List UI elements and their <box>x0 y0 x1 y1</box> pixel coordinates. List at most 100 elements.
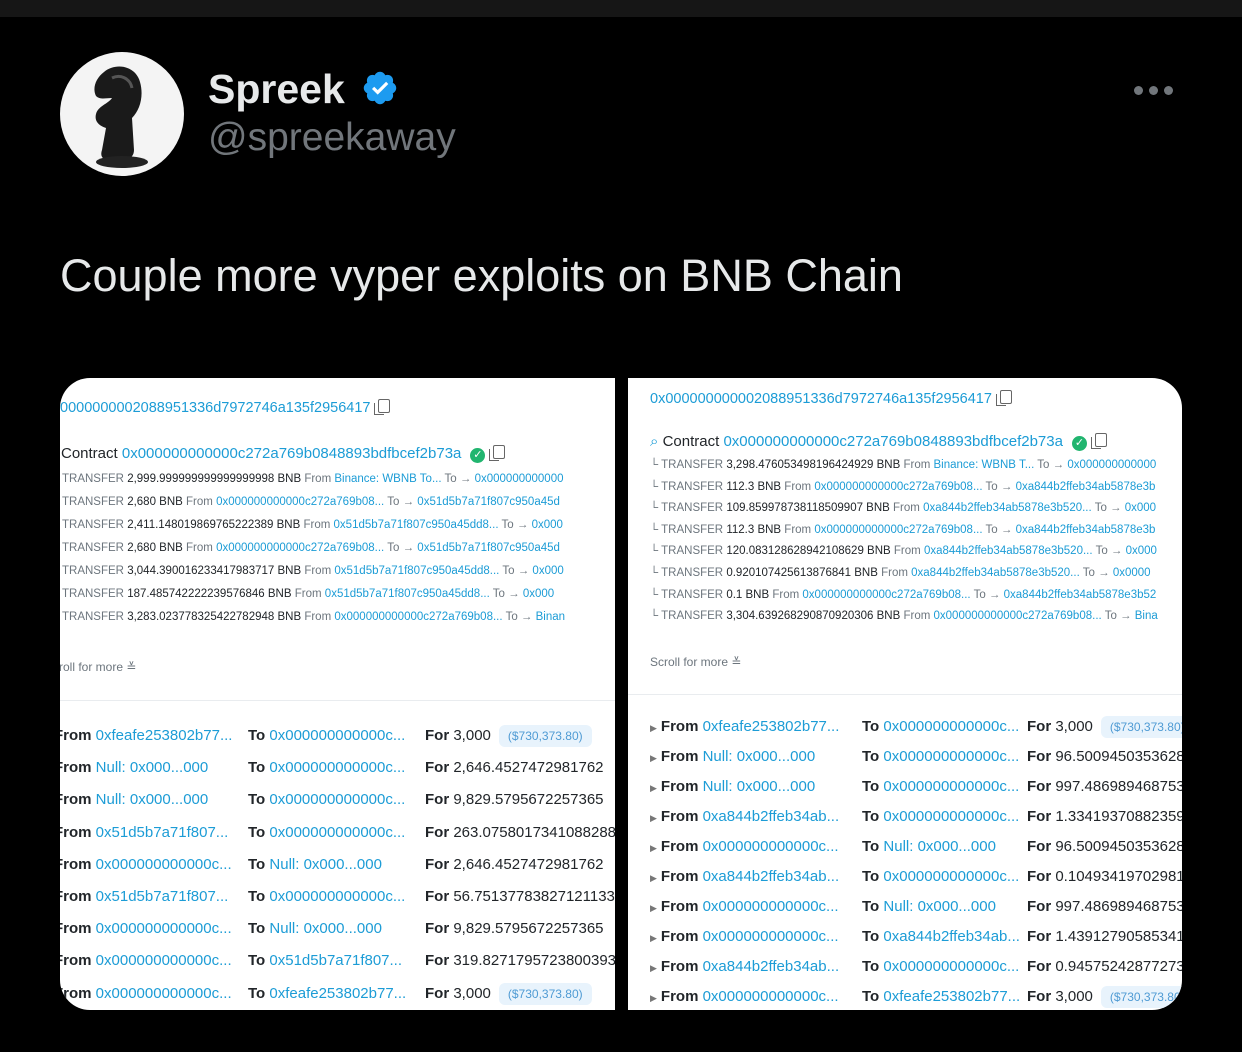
from-address[interactable]: Binance: WBNB T... <box>934 459 1035 471</box>
to-address[interactable]: 0x000000000000c... <box>269 759 405 776</box>
from-address[interactable]: 0xa844b2ffeb34ab... <box>703 808 840 825</box>
to-address[interactable]: Bina <box>1135 610 1158 622</box>
to-address[interactable]: 0x0000 <box>1113 567 1151 579</box>
expand-arrow-icon[interactable]: ▶ <box>650 993 657 1003</box>
to-address[interactable]: 0x000000000000c... <box>269 888 405 905</box>
to-address[interactable]: 0x000000000000 <box>475 473 564 485</box>
expand-arrow-icon[interactable]: ▶ <box>650 813 657 823</box>
scroll-for-more[interactable]: roll for more ≚ <box>60 660 136 674</box>
expand-arrow-icon[interactable]: ▶ <box>650 783 657 793</box>
to-address[interactable]: 0xa844b2ffeb34ab5878e3b <box>1016 524 1156 536</box>
avatar[interactable] <box>60 52 184 176</box>
tx-hash[interactable]: 0x000000000002088951336d7972746a135f2956… <box>650 390 1012 407</box>
from-address[interactable]: 0x000000000000c... <box>703 838 839 855</box>
from-address[interactable]: 0x000000000000c... <box>703 928 839 945</box>
to-address[interactable]: 0xa844b2ffeb34ab5878e3b52 <box>1004 589 1157 601</box>
from-address[interactable]: 0x000000000000c272a769b08... <box>216 542 384 554</box>
from-address[interactable]: 0x000000000000c... <box>703 988 839 1005</box>
to-address[interactable]: 0xfeafe253802b77... <box>269 985 406 1002</box>
to-address[interactable]: 0x000000000000c... <box>269 824 405 841</box>
to-address[interactable]: 0x000 <box>1126 545 1157 557</box>
from-address[interactable]: 0xa844b2ffeb34ab... <box>703 958 840 975</box>
from-address[interactable]: 0x51d5b7a71f807c950a45dd8... <box>325 588 490 600</box>
copy-icon[interactable] <box>374 399 391 415</box>
copy-icon[interactable] <box>1090 433 1107 449</box>
expand-arrow-icon[interactable]: ▶ <box>650 903 657 913</box>
contract-address[interactable]: 0x000000000000c272a769b0848893bdfbcef2b7… <box>723 433 1063 450</box>
to-address[interactable]: Null: 0x000...000 <box>883 838 996 855</box>
to-address[interactable]: 0x000000000000c... <box>883 958 1019 975</box>
token-transfer-row: ▶ From 0xfeafe253802b77... To 0x0000000000… <box>650 712 1182 742</box>
from-address[interactable]: 0x000000000000c272a769b08... <box>802 589 970 601</box>
expand-arrow-icon[interactable]: ▶ <box>650 963 657 973</box>
copy-icon[interactable] <box>995 390 1012 406</box>
from-address[interactable]: 0xfeafe253802b77... <box>96 727 233 744</box>
tx-hash[interactable]: 0000000002088951336d7972746a135f2956417 <box>60 399 391 416</box>
from-address[interactable]: 0x000000000000c... <box>96 920 232 937</box>
to-address[interactable]: 0x000000000000c... <box>883 808 1019 825</box>
to-address[interactable]: 0xa844b2ffeb34ab5878e3b <box>1016 481 1156 493</box>
from-address[interactable]: 0x000000000000c... <box>96 856 232 873</box>
to-address[interactable]: 0xa844b2ffeb34ab... <box>883 928 1020 945</box>
tweet-media[interactable]: 0000000002088951336d7972746a135f2956417 C… <box>60 378 1182 1010</box>
scroll-for-more[interactable]: Scroll for more ≚ <box>650 655 741 669</box>
more-options-icon[interactable] <box>1134 80 1178 100</box>
copy-icon[interactable] <box>489 445 506 461</box>
to-address[interactable]: 0x000000000000c... <box>269 727 405 744</box>
from-address[interactable]: 0x000000000000c... <box>96 985 232 1002</box>
from-address[interactable]: 0x51d5b7a71f807c950a45dd8... <box>334 519 499 531</box>
expand-arrow-icon[interactable]: ▶ <box>650 753 657 763</box>
to-address[interactable]: Binan <box>536 611 565 623</box>
from-cell: ▶ From 0xa844b2ffeb34ab... <box>650 952 839 983</box>
from-address[interactable]: 0x000000000000c... <box>703 898 839 915</box>
tree-branch-icon: └ <box>650 566 662 579</box>
usd-value-badge: ($730,373.80) <box>498 725 592 747</box>
from-address[interactable]: Null: 0x000...000 <box>96 759 209 776</box>
from-address[interactable]: 0x51d5b7a71f807... <box>96 824 229 841</box>
to-address[interactable]: 0x000000000000c... <box>883 748 1019 765</box>
to-address[interactable]: 0x000000000000c... <box>883 778 1019 795</box>
from-address[interactable]: 0xa844b2ffeb34ab... <box>703 868 840 885</box>
from-address[interactable]: 0xa844b2ffeb34ab5878e3b520... <box>924 545 1093 557</box>
to-address[interactable]: 0x000000000000 <box>1067 459 1156 471</box>
to-address[interactable]: 0x000 <box>1125 502 1156 514</box>
from-address[interactable]: 0xa844b2ffeb34ab5878e3b520... <box>923 502 1092 514</box>
to-address[interactable]: 0xfeafe253802b77... <box>883 988 1020 1005</box>
from-address[interactable]: 0xfeafe253802b77... <box>703 718 840 735</box>
to-address[interactable]: 0x000000000000c... <box>883 718 1019 735</box>
to-address[interactable]: Null: 0x000...000 <box>269 856 382 873</box>
to-address[interactable]: 0x51d5b7a71f807c950a45d <box>417 496 560 508</box>
author-handle[interactable]: @spreekaway <box>208 116 456 160</box>
to-address[interactable]: 0x51d5b7a71f807... <box>269 952 402 969</box>
from-address[interactable]: 0xa844b2ffeb34ab5878e3b520... <box>911 567 1080 579</box>
to-address[interactable]: 0x000 <box>532 519 563 531</box>
to-address[interactable]: Null: 0x000...000 <box>883 898 996 915</box>
from-address[interactable]: Null: 0x000...000 <box>703 778 816 795</box>
expand-arrow-icon[interactable]: ▶ <box>650 843 657 853</box>
from-address[interactable]: 0x000000000000c272a769b08... <box>216 496 384 508</box>
tx-hash-text[interactable]: 0x000000000002088951336d7972746a135f2956… <box>650 391 992 407</box>
from-address[interactable]: 0x51d5b7a71f807... <box>96 888 229 905</box>
from-address[interactable]: 0x000000000000c272a769b08... <box>334 611 502 623</box>
from-address[interactable]: Null: 0x000...000 <box>96 791 209 808</box>
from-address[interactable]: 0x51d5b7a71f807c950a45dd8... <box>334 565 499 577</box>
from-address[interactable]: 0x000000000000c272a769b08... <box>814 481 982 493</box>
expand-arrow-icon[interactable]: ▶ <box>650 933 657 943</box>
from-address[interactable]: 0x000000000000c272a769b08... <box>814 524 982 536</box>
to-address[interactable]: 0x000 <box>523 588 554 600</box>
expand-arrow-icon[interactable]: ▶ <box>650 723 657 733</box>
from-address[interactable]: Null: 0x000...000 <box>703 748 816 765</box>
expand-arrow-icon[interactable]: ▶ <box>650 873 657 883</box>
to-address[interactable]: 0x000000000000c... <box>883 868 1019 885</box>
contract-address[interactable]: 0x000000000000c272a769b0848893bdfbcef2b7… <box>122 445 462 462</box>
to-address[interactable]: 0x000 <box>532 565 563 577</box>
from-address[interactable]: Binance: WBNB To... <box>334 473 441 485</box>
from-address[interactable]: 0x000000000000c... <box>96 952 232 969</box>
to-address[interactable]: Null: 0x000...000 <box>269 920 382 937</box>
tx-hash-text[interactable]: 0000000002088951336d7972746a135f2956417 <box>60 400 370 416</box>
author-name[interactable]: Spreek <box>208 66 345 113</box>
to-label: To → <box>387 542 415 554</box>
from-address[interactable]: 0x000000000000c272a769b08... <box>934 610 1102 622</box>
to-address[interactable]: 0x000000000000c... <box>269 791 405 808</box>
to-address[interactable]: 0x51d5b7a71f807c950a45d <box>417 542 560 554</box>
